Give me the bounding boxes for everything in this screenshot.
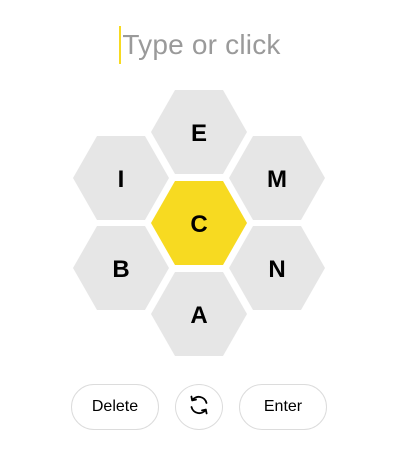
hive-letter-lower-right: N: [268, 256, 285, 283]
hive-cell-top[interactable]: E: [151, 90, 247, 174]
hive-letter-upper-left: I: [118, 166, 125, 193]
hive-letter-top: E: [191, 120, 207, 147]
delete-button[interactable]: Delete: [71, 384, 159, 430]
hive-letter-upper-right: M: [267, 166, 287, 193]
hive-letter-bottom: A: [190, 302, 207, 329]
hive-cell-upper-right[interactable]: M: [229, 136, 325, 220]
hive-controls: Delete Enter: [0, 384, 400, 432]
hive-letter-center: C: [190, 211, 207, 238]
hive-cell-upper-left[interactable]: I: [73, 136, 169, 220]
hive-cell-center[interactable]: C: [151, 181, 247, 265]
enter-button[interactable]: Enter: [239, 384, 327, 430]
hive-cell-bottom[interactable]: A: [151, 272, 247, 356]
hive-cell-lower-right[interactable]: N: [229, 226, 325, 310]
shuffle-arrows-icon: [187, 393, 211, 422]
hive-letter-lower-left: B: [112, 256, 129, 283]
shuffle-button[interactable]: [175, 384, 223, 430]
hive-cell-lower-left[interactable]: B: [73, 226, 169, 310]
